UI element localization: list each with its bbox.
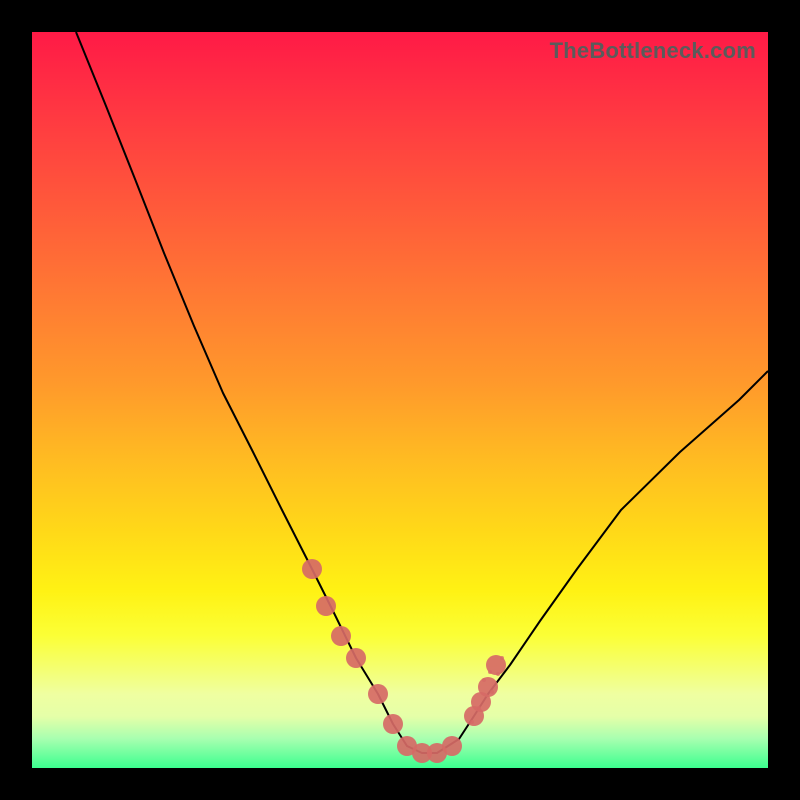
dot xyxy=(383,714,403,734)
chart-frame: TheBottleneck.com xyxy=(0,0,800,800)
chart-svg xyxy=(32,32,768,768)
dot xyxy=(368,684,388,704)
plot-area: TheBottleneck.com xyxy=(32,32,768,768)
dot xyxy=(478,677,498,697)
highlight-dots xyxy=(302,559,506,763)
dot xyxy=(316,596,336,616)
dot xyxy=(302,559,322,579)
dot xyxy=(331,626,351,646)
bottleneck-curve xyxy=(76,32,768,753)
dot xyxy=(442,736,462,756)
dot xyxy=(346,648,366,668)
